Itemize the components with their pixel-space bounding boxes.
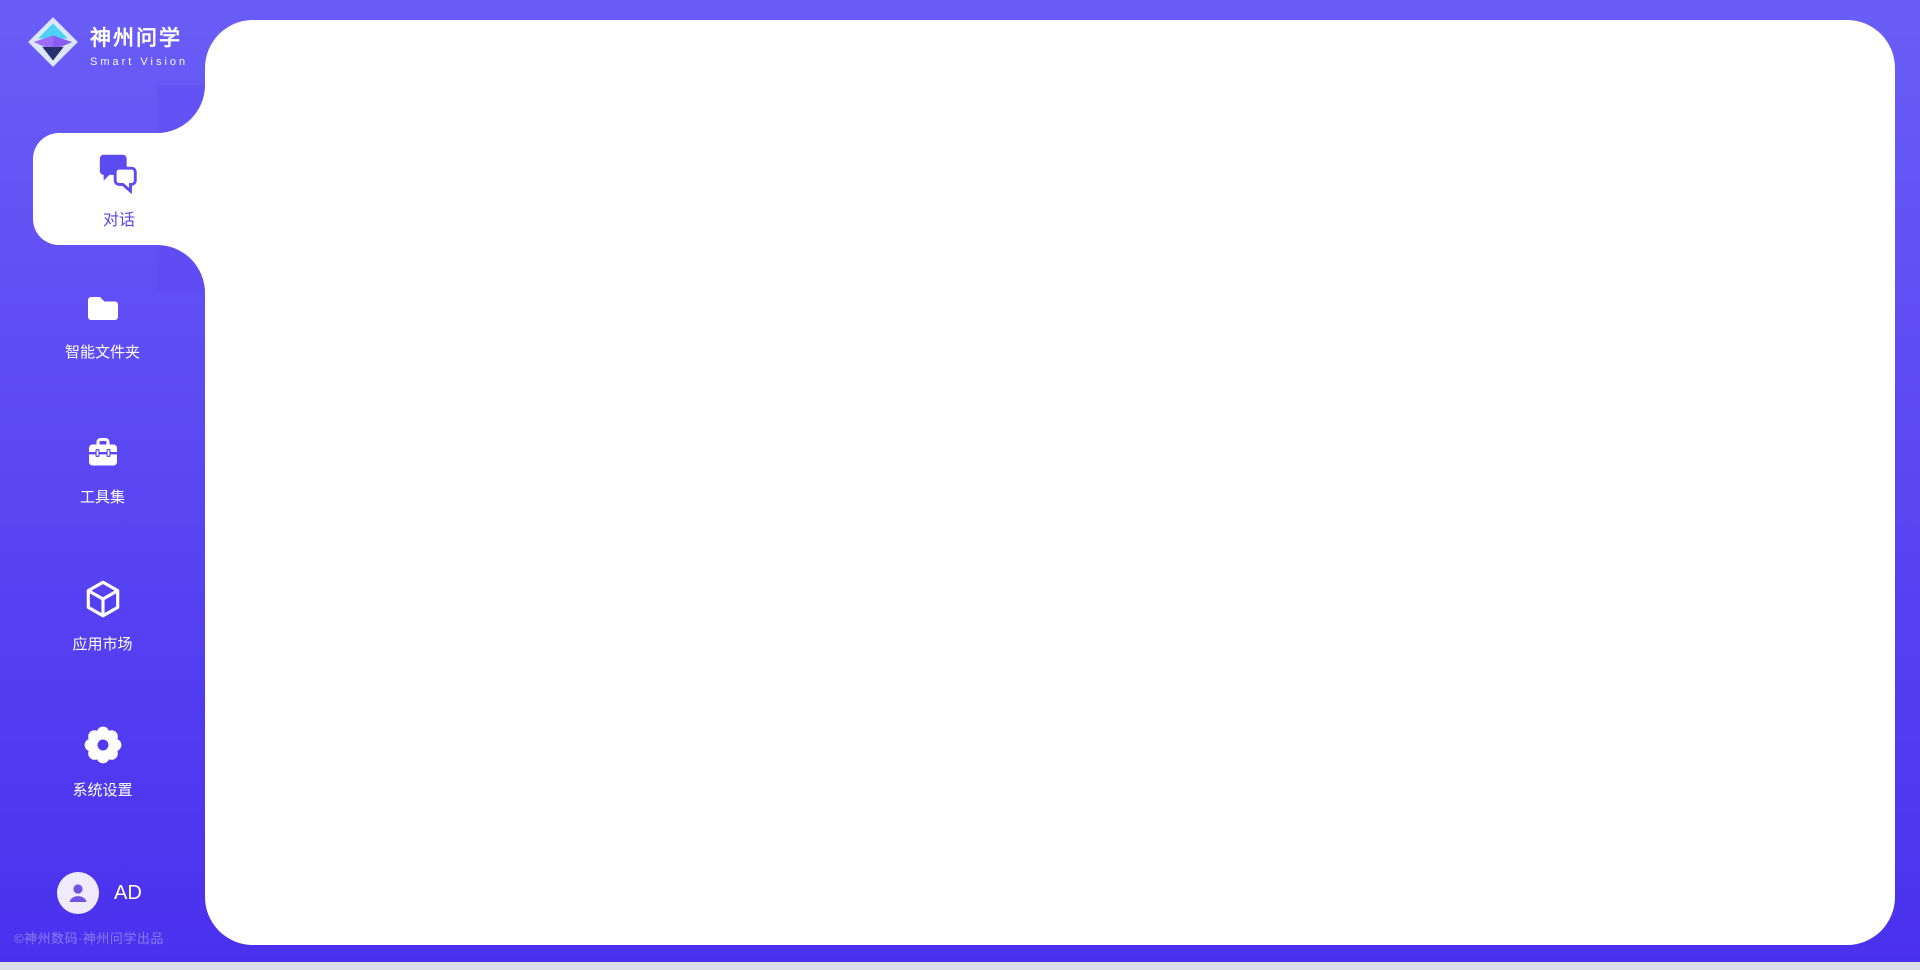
briefcase-icon xyxy=(83,433,123,478)
gear-icon xyxy=(82,724,124,771)
sidebar-item-label: 系统设置 xyxy=(72,779,132,800)
sidebar-item-label: 工具集 xyxy=(80,486,125,507)
chat-bubbles-icon xyxy=(96,148,142,199)
main-content-panel xyxy=(205,20,1895,945)
sidebar-item-settings[interactable]: 系统设置 xyxy=(0,724,205,800)
copyright-footer: ©神州数码·神州问学出品 xyxy=(14,928,164,947)
sidebar-item-smart-folder[interactable]: 智能文件夹 xyxy=(0,288,205,362)
avatar xyxy=(57,872,99,914)
sidebar-item-app-market[interactable]: 应用市场 xyxy=(0,578,205,654)
brand-logo-block: 神州问学 Smart Vision xyxy=(26,15,188,74)
user-label: AD xyxy=(114,882,142,905)
sidebar-item-label: 智能文件夹 xyxy=(65,341,140,362)
tab-fillet-bottom xyxy=(157,245,205,293)
tab-fillet-top xyxy=(157,85,205,133)
window-bottom-edge xyxy=(0,962,1920,970)
brand-diamond-icon xyxy=(26,15,80,74)
sidebar-item-chat[interactable]: 对话 xyxy=(33,133,205,245)
folder-icon xyxy=(83,288,123,333)
sidebar-item-label: 应用市场 xyxy=(72,633,132,654)
cube-icon xyxy=(82,578,124,625)
user-account[interactable]: AD xyxy=(57,872,142,914)
sidebar-item-toolset[interactable]: 工具集 xyxy=(0,433,205,507)
brand-name: 神州问学 xyxy=(90,22,188,52)
sidebar-item-label: 对话 xyxy=(103,206,135,230)
brand-subtitle: Smart Vision xyxy=(90,56,188,68)
